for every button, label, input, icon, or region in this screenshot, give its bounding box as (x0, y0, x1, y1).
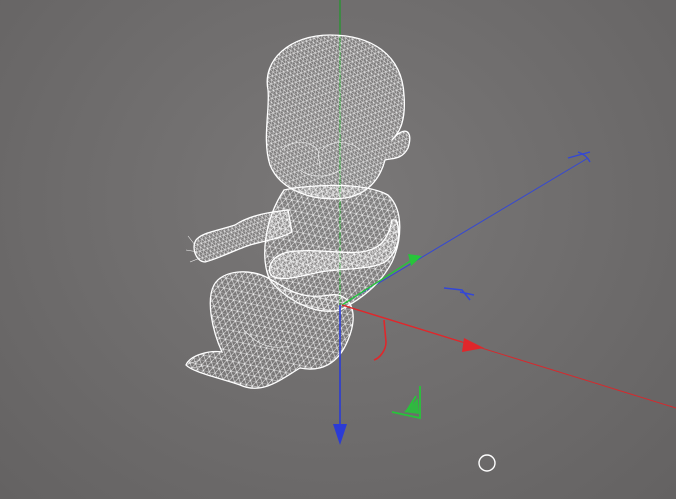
wireframe-baby-model[interactable] (185, 34, 411, 389)
head-mesh (265, 34, 411, 200)
z-rotation-arc-handle[interactable] (567, 151, 591, 163)
z-plane-arc-handle[interactable] (443, 287, 475, 301)
x-axis-handle[interactable] (341, 304, 484, 352)
scene-canvas[interactable] (0, 0, 676, 499)
3d-viewport[interactable] (0, 0, 676, 499)
cursor-circle-icon (478, 454, 496, 472)
x-rotation-arc-handle[interactable] (373, 319, 387, 361)
y-plane-fill (404, 398, 419, 414)
